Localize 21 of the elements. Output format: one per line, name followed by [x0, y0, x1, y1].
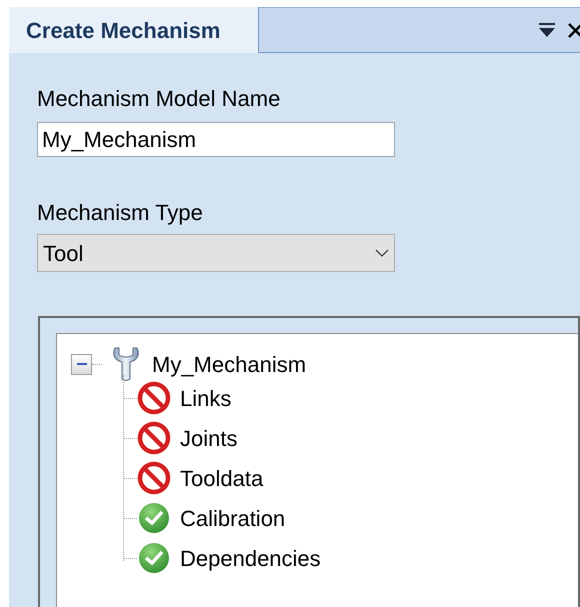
field-label: Mechanism Type: [37, 200, 203, 226]
input-field[interactable]: My_Mechanism: [37, 122, 395, 157]
tree-item[interactable]: Links: [180, 382, 232, 414]
checkmark-icon: [137, 541, 171, 575]
tree-item[interactable]: Calibration: [180, 502, 286, 534]
tree-item[interactable]: Joints: [180, 422, 238, 454]
tree-item[interactable]: Dependencies: [180, 542, 321, 574]
tree-item[interactable]: My_Mechanism: [152, 348, 306, 380]
wrench-icon: [112, 346, 140, 382]
panel-tab[interactable]: Create Mechanism: [9, 7, 259, 53]
prohibited-icon: [137, 421, 171, 455]
collapse-toggle[interactable]: [71, 354, 92, 374]
close-icon[interactable]: [568, 22, 580, 38]
prohibited-icon: [137, 461, 171, 495]
chevron-down-icon: [375, 249, 389, 257]
checkmark-icon: [137, 501, 171, 535]
field-label: Mechanism Model Name: [37, 86, 280, 112]
dropdown[interactable]: Tool: [37, 234, 395, 272]
dropdown-icon[interactable]: [538, 22, 556, 38]
prohibited-icon: [137, 381, 171, 415]
tree-item[interactable]: Tooldata: [180, 462, 264, 494]
